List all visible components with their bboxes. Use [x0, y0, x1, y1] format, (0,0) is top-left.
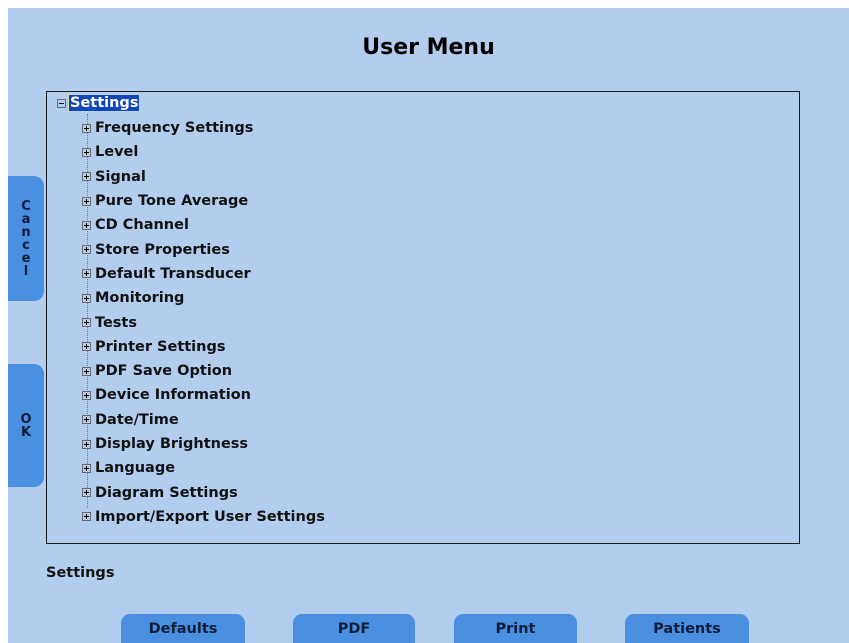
tab-letter: a [21, 211, 31, 227]
tree-item[interactable]: Date/Time [82, 408, 325, 432]
plus-box-icon[interactable] [82, 390, 91, 400]
tree-items: Frequency Settings Level Signal Pure Tone A… [82, 116, 325, 529]
minus-box-icon[interactable] [57, 98, 66, 108]
pdf-button[interactable]: PDF [293, 614, 415, 643]
tree-root-label[interactable]: Settings [67, 94, 141, 112]
tree-item-label: Display Brightness [95, 436, 249, 452]
page-title: User Menu [362, 35, 495, 60]
tab-letter: O [20, 411, 32, 427]
plus-box-icon[interactable] [82, 245, 91, 255]
plus-box-icon[interactable] [82, 342, 91, 352]
tree-item-label: Frequency Settings [95, 120, 254, 137]
tree-item[interactable]: Monitoring [82, 286, 325, 310]
tree-item-label: Signal [95, 168, 146, 185]
plus-box-icon[interactable] [82, 318, 91, 328]
plus-box-icon[interactable] [82, 512, 91, 522]
tree-item[interactable]: Frequency Settings [82, 116, 325, 140]
plus-box-icon[interactable] [82, 488, 91, 498]
tab-letter: e [21, 250, 31, 266]
tree-item[interactable]: Import/Export User Settings [82, 505, 325, 529]
tab-letter: l [23, 263, 29, 279]
tree-item-label: Monitoring [95, 290, 185, 307]
plus-box-icon[interactable] [82, 172, 91, 182]
cancel-button[interactable]: Cancel [8, 176, 44, 301]
tree-item[interactable]: Device Information [82, 383, 325, 407]
ok-button[interactable]: OK [8, 364, 44, 487]
plus-box-icon[interactable] [82, 293, 91, 303]
plus-box-icon[interactable] [82, 366, 91, 376]
tree-item[interactable]: Language [82, 456, 325, 480]
tree-item-label: Diagram Settings [95, 484, 238, 501]
plus-box-icon[interactable] [82, 196, 91, 206]
tab-letter: C [21, 198, 31, 214]
tree-item-label: Date/Time [95, 411, 179, 428]
tree-root-settings[interactable]: Settings [57, 93, 141, 113]
tree-item[interactable]: Store Properties [82, 237, 325, 261]
plus-box-icon[interactable] [82, 439, 91, 449]
tree-item[interactable]: PDF Save Option [82, 359, 325, 383]
tree-item-label: Pure Tone Average [95, 193, 249, 210]
tree-item[interactable]: Printer Settings [82, 335, 325, 359]
plus-box-icon[interactable] [82, 463, 91, 473]
tree-item-label: Language [95, 460, 176, 477]
tree-item-label: CD Channel [95, 217, 189, 234]
tree-item[interactable]: Display Brightness [82, 432, 325, 456]
plus-box-icon[interactable] [82, 415, 91, 425]
tree-item[interactable]: CD Channel [82, 213, 325, 237]
tree-item-label: Store Properties [95, 241, 230, 258]
tree-item-label: Level [95, 144, 139, 161]
tree-item-label: PDF Save Option [95, 363, 233, 380]
defaults-button[interactable]: Defaults [121, 614, 245, 643]
plus-box-icon[interactable] [82, 220, 91, 230]
plus-box-icon[interactable] [82, 147, 91, 157]
tab-letter: c [22, 237, 30, 253]
tree-item[interactable]: Diagram Settings [82, 480, 325, 504]
tree-item[interactable]: Pure Tone Average [82, 189, 325, 213]
tree-item-label: Device Information [95, 387, 251, 404]
print-button[interactable]: Print [454, 614, 577, 643]
user-menu-screen: User Menu Settings Frequency Settings Lev… [8, 8, 849, 643]
tree-item-label: Tests [95, 314, 137, 331]
tree-item-label: Printer Settings [95, 338, 226, 355]
patients-button[interactable]: Patients [625, 614, 749, 643]
tree-item[interactable]: Tests [82, 310, 325, 334]
tree-item-label: Import/Export User Settings [95, 508, 325, 525]
tab-letter: n [21, 224, 31, 240]
tree-item[interactable]: Signal [82, 165, 325, 189]
tree-item[interactable]: Level [82, 140, 325, 164]
tree-item-label: Default Transducer [95, 265, 251, 282]
plus-box-icon[interactable] [82, 123, 91, 133]
status-text: Settings [46, 565, 115, 581]
plus-box-icon[interactable] [82, 269, 91, 279]
tab-letter: K [20, 424, 32, 440]
tree-item[interactable]: Default Transducer [82, 262, 325, 286]
settings-tree[interactable]: Settings Frequency Settings Level Signal Pu… [46, 91, 800, 544]
